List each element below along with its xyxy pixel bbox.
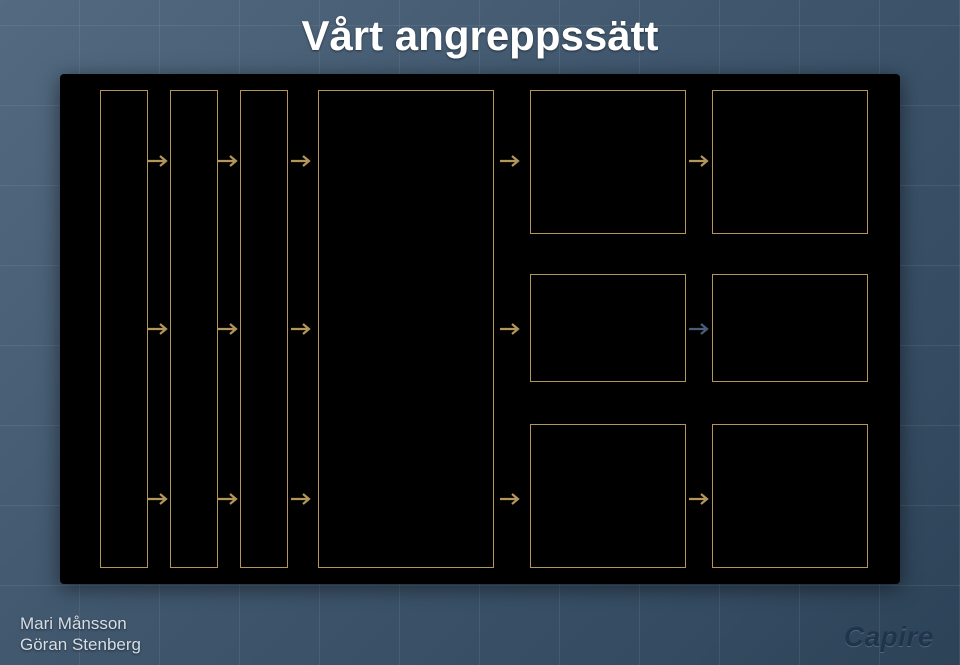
arrow-r3-c <box>291 492 315 506</box>
arrow-r1-e <box>689 154 713 168</box>
grid-r3c2 <box>712 424 868 568</box>
arrow-r2-d <box>500 322 524 336</box>
arrow-r3-a <box>148 492 172 506</box>
grid-r2c1 <box>530 274 686 382</box>
grid-r1c1 <box>530 90 686 234</box>
arrow-r1-d <box>500 154 524 168</box>
arrow-r3-e <box>689 492 713 506</box>
arrow-r2-c <box>291 322 315 336</box>
arrow-r2-a <box>148 322 172 336</box>
footer-authors: Mari Månsson Göran Stenberg <box>20 613 141 656</box>
diagram-panel <box>60 74 900 584</box>
arrow-r1-b <box>218 154 242 168</box>
arrow-r2-b <box>218 322 242 336</box>
author-2: Göran Stenberg <box>20 634 141 655</box>
column-1 <box>100 90 148 568</box>
arrow-r2-e-alt <box>689 322 713 336</box>
grid-r2c2 <box>712 274 868 382</box>
grid-r3c1 <box>530 424 686 568</box>
arrow-r1-a <box>148 154 172 168</box>
arrow-r1-c <box>291 154 315 168</box>
column-3 <box>240 90 288 568</box>
brand-logo: Capire <box>844 621 934 653</box>
slide: Vårt angreppssätt <box>0 0 960 665</box>
big-box <box>318 90 494 568</box>
arrow-r3-b <box>218 492 242 506</box>
author-1: Mari Månsson <box>20 613 141 634</box>
arrow-r3-d <box>500 492 524 506</box>
slide-title: Vårt angreppssätt <box>0 0 960 60</box>
column-2 <box>170 90 218 568</box>
grid-r1c2 <box>712 90 868 234</box>
